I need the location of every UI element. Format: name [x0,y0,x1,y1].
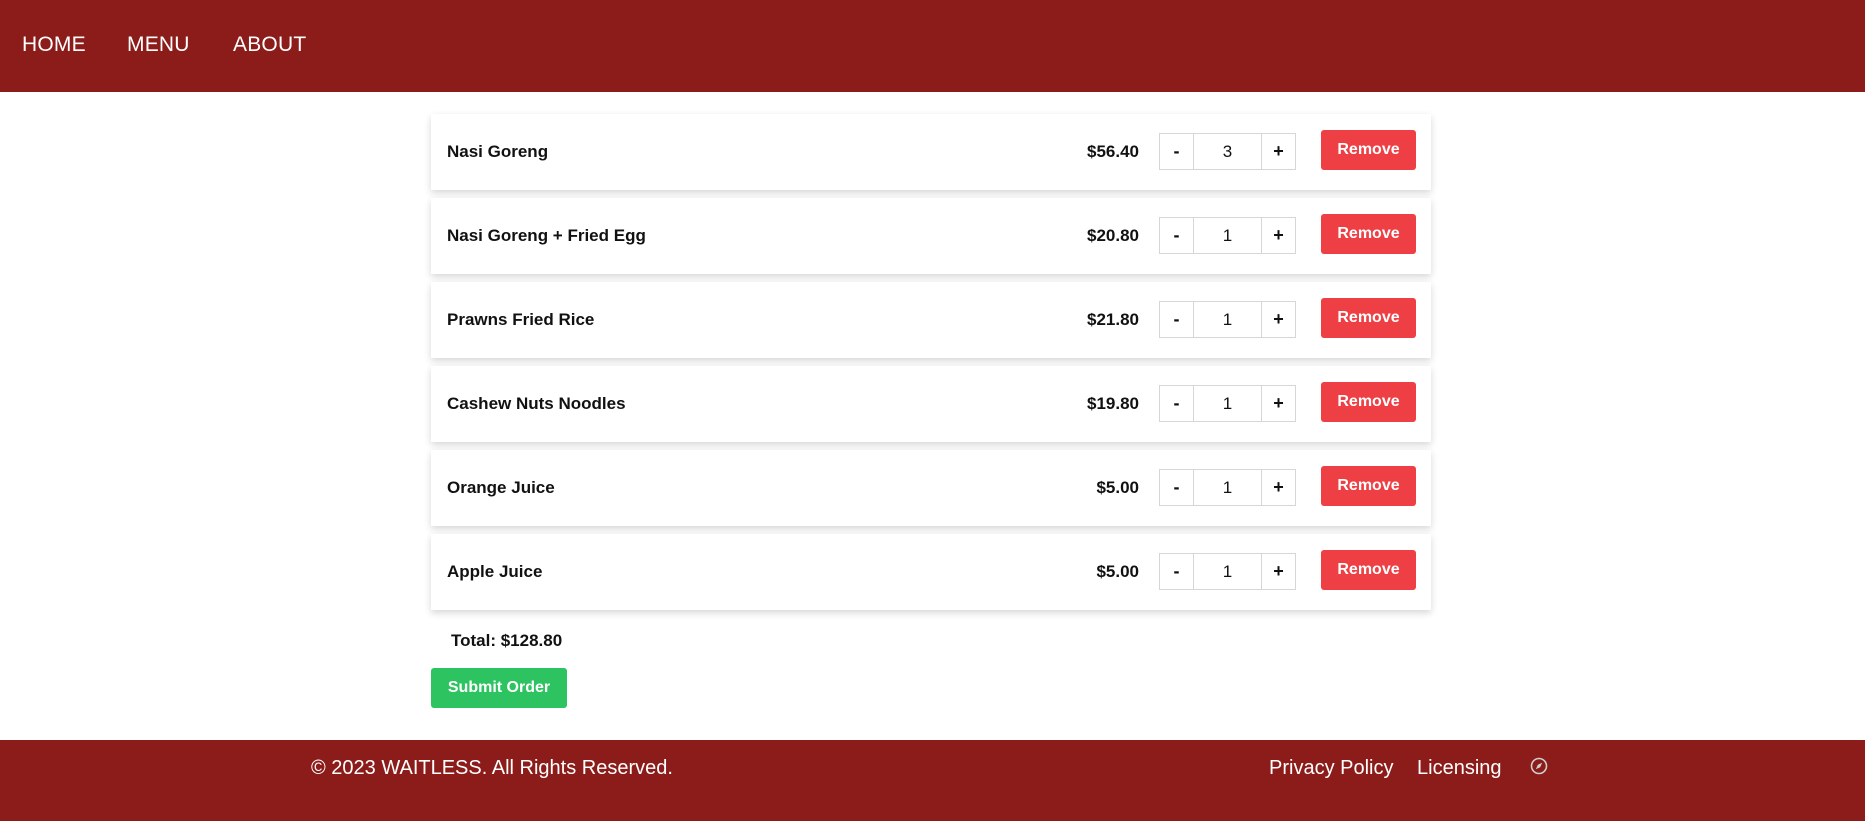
remove-item-button[interactable]: Remove [1321,298,1416,338]
quantity-stepper: - 1 + [1159,301,1296,338]
nav-about-link[interactable]: ABOUT [233,31,306,59]
item-price: $5.00 [1096,478,1139,497]
item-name: Cashew Nuts Noodles [447,394,626,413]
item-name: Orange Juice [447,478,555,497]
quantity-field[interactable]: 1 [1194,385,1261,422]
item-name: Apple Juice [447,562,543,581]
submit-order-button[interactable]: Submit Order [431,668,567,708]
remove-item-button[interactable]: Remove [1321,214,1416,254]
cart-item: Apple Juice $5.00 - 1 + Remove [431,534,1431,610]
cart-list: Nasi Goreng $56.40 - 3 + Remove Nasi Gor… [431,114,1431,610]
quantity-stepper: - 1 + [1159,469,1296,506]
decrease-quantity-button[interactable]: - [1159,553,1194,590]
page-footer: © 2023 WAITLESS. All Rights Reserved. Pr… [0,740,1865,821]
privacy-policy-link[interactable]: Privacy Policy [1269,754,1393,782]
item-price: $21.80 [1087,310,1139,329]
item-price: $5.00 [1096,562,1139,581]
decrease-quantity-button[interactable]: - [1159,469,1194,506]
item-price: $19.80 [1087,394,1139,413]
increase-quantity-button[interactable]: + [1261,385,1296,422]
quantity-stepper: - 3 + [1159,133,1296,170]
remove-item-button[interactable]: Remove [1321,466,1416,506]
cart-item: Nasi Goreng $56.40 - 3 + Remove [431,114,1431,190]
remove-item-button[interactable]: Remove [1321,130,1416,170]
item-price: $20.80 [1087,226,1139,245]
item-price: $56.40 [1087,142,1139,161]
quantity-field[interactable]: 3 [1194,133,1261,170]
increase-quantity-button[interactable]: + [1261,553,1296,590]
nav-home-link[interactable]: HOME [22,31,86,59]
compass-icon[interactable] [1529,756,1549,776]
nav-menu-link[interactable]: MENU [127,31,190,59]
quantity-stepper: - 1 + [1159,217,1296,254]
top-navigation: HOME MENU ABOUT [0,0,1865,92]
copyright-text: © 2023 WAITLESS. All Rights Reserved. [311,757,673,779]
item-name: Nasi Goreng [447,142,549,161]
decrease-quantity-button[interactable]: - [1159,301,1194,338]
quantity-stepper: - 1 + [1159,385,1296,422]
decrease-quantity-button[interactable]: - [1159,217,1194,254]
increase-quantity-button[interactable]: + [1261,217,1296,254]
item-name: Nasi Goreng + Fried Egg [447,226,646,245]
order-total: Total: $128.80 [451,631,563,650]
quantity-field[interactable]: 1 [1194,469,1261,506]
increase-quantity-button[interactable]: + [1261,469,1296,506]
decrease-quantity-button[interactable]: - [1159,133,1194,170]
cart-item: Prawns Fried Rice $21.80 - 1 + Remove [431,282,1431,358]
remove-item-button[interactable]: Remove [1321,382,1416,422]
item-name: Prawns Fried Rice [447,310,595,329]
quantity-stepper: - 1 + [1159,553,1296,590]
quantity-field[interactable]: 1 [1194,301,1261,338]
increase-quantity-button[interactable]: + [1261,133,1296,170]
decrease-quantity-button[interactable]: - [1159,385,1194,422]
quantity-field[interactable]: 1 [1194,553,1261,590]
quantity-field[interactable]: 1 [1194,217,1261,254]
increase-quantity-button[interactable]: + [1261,301,1296,338]
cart-item: Orange Juice $5.00 - 1 + Remove [431,450,1431,526]
cart-item: Cashew Nuts Noodles $19.80 - 1 + Remove [431,366,1431,442]
remove-item-button[interactable]: Remove [1321,550,1416,590]
cart-item: Nasi Goreng + Fried Egg $20.80 - 1 + Rem… [431,198,1431,274]
licensing-link[interactable]: Licensing [1417,754,1502,782]
